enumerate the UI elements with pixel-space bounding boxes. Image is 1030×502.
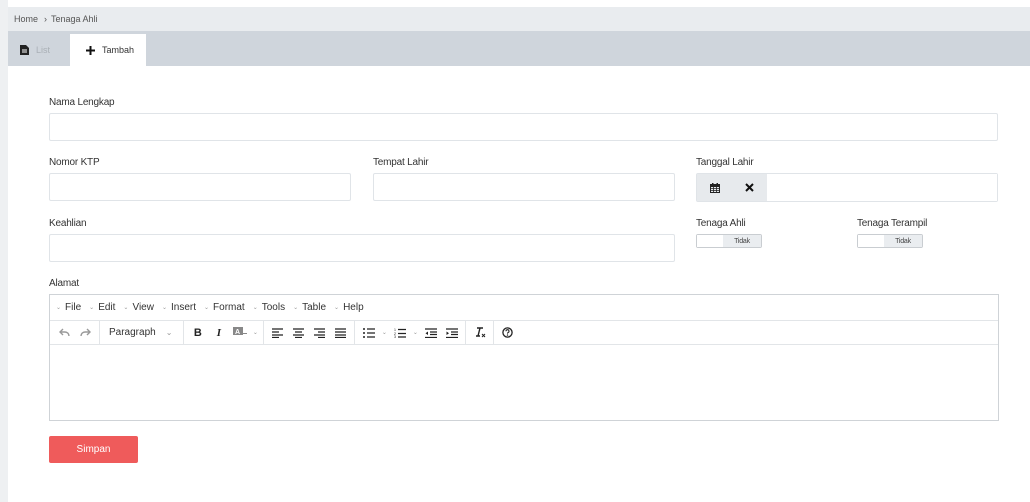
chevron-down-icon: ⌄ xyxy=(165,328,173,337)
menu-format[interactable]: ⌄ Format xyxy=(204,302,245,313)
menu-file[interactable]: ⌄ File xyxy=(56,302,81,313)
alamat-editor: ⌄ File ⌄ Edit ⌄ View ⌄ Insert ⌄ Format ⌄ Tools… xyxy=(49,294,999,421)
svg-text:A: A xyxy=(235,329,240,336)
alamat-editor-body[interactable] xyxy=(50,345,998,420)
keahlian-input[interactable] xyxy=(49,234,675,262)
tenaga-terampil-label: Tenaga Terampil xyxy=(857,218,928,229)
menu-view[interactable]: ⌄ View xyxy=(123,302,154,313)
tenaga-terampil-toggle-state: Tidak xyxy=(884,235,922,247)
tenaga-ahli-toggle[interactable]: Tidak xyxy=(696,234,762,248)
tenaga-ahli-label: Tenaga Ahli xyxy=(696,218,746,229)
chevron-down-icon[interactable]: ⌄ xyxy=(410,321,420,345)
editor-toolbar: Paragraph ⌄ B I A ⌄ ⌄ 123 ⌄ xyxy=(50,320,998,345)
breadcrumb-current: Tenaga Ahli xyxy=(51,14,98,24)
toggle-knob xyxy=(697,235,723,247)
close-icon[interactable] xyxy=(732,174,767,201)
align-justify-icon[interactable] xyxy=(330,321,351,345)
nama-lengkap-label: Nama Lengkap xyxy=(49,97,115,108)
nama-lengkap-input[interactable] xyxy=(49,113,998,141)
tanggal-lahir-group xyxy=(696,173,998,202)
svg-text:3: 3 xyxy=(394,335,396,338)
block-format-select[interactable]: Paragraph ⌄ xyxy=(103,321,180,345)
breadcrumb: Home › Tenaga Ahli xyxy=(8,7,1030,31)
editor-menubar: ⌄ File ⌄ Edit ⌄ View ⌄ Insert ⌄ Format ⌄ Tools… xyxy=(50,295,998,320)
menu-tools[interactable]: ⌄ Tools xyxy=(253,302,285,313)
undo-icon[interactable] xyxy=(54,321,75,345)
tab-tambah-label: Tambah xyxy=(102,45,135,55)
tenaga-terampil-toggle[interactable]: Tidak xyxy=(857,234,923,248)
clear-formatting-icon[interactable] xyxy=(469,321,490,345)
chevron-down-icon[interactable]: ⌄ xyxy=(379,321,389,345)
tempat-lahir-input[interactable] xyxy=(373,173,675,201)
nomor-ktp-input[interactable] xyxy=(49,173,351,201)
toolbar-divider xyxy=(354,320,356,345)
toggle-knob xyxy=(858,235,884,247)
bullet-list-icon[interactable] xyxy=(358,321,379,345)
tanggal-lahir-label: Tanggal Lahir xyxy=(696,157,754,168)
bold-icon[interactable]: B xyxy=(187,321,208,345)
redo-icon[interactable] xyxy=(75,321,96,345)
menu-edit[interactable]: ⌄ Edit xyxy=(89,302,115,313)
menu-table[interactable]: ⌄ Table xyxy=(293,302,326,313)
left-rail xyxy=(0,0,8,502)
calendar-icon[interactable] xyxy=(697,174,732,201)
tenaga-ahli-toggle-state: Tidak xyxy=(723,235,761,247)
file-icon xyxy=(20,45,29,55)
simpan-button[interactable]: Simpan xyxy=(49,436,138,463)
align-right-icon[interactable] xyxy=(309,321,330,345)
tab-tambah[interactable]: Tambah xyxy=(70,34,146,66)
tab-list-label: List xyxy=(36,45,51,55)
italic-icon[interactable]: I xyxy=(208,321,229,345)
indent-icon[interactable] xyxy=(441,321,462,345)
toolbar-divider xyxy=(263,320,265,345)
breadcrumb-separator: › xyxy=(44,14,48,24)
toolbar-divider xyxy=(493,320,495,345)
plus-icon xyxy=(86,45,95,55)
chevron-down-icon[interactable]: ⌄ xyxy=(250,321,260,345)
numbered-list-icon[interactable]: 123 xyxy=(389,321,410,345)
toolbar-divider xyxy=(183,320,185,345)
menu-insert[interactable]: ⌄ Insert xyxy=(162,302,196,313)
text-color-icon[interactable]: A xyxy=(229,321,250,345)
alamat-label: Alamat xyxy=(49,278,79,289)
tab-bar: List Tambah xyxy=(8,31,1030,66)
breadcrumb-home[interactable]: Home xyxy=(14,14,38,24)
toolbar-divider xyxy=(465,320,467,345)
menu-help[interactable]: ⌄ Help xyxy=(334,302,364,313)
help-icon[interactable] xyxy=(497,321,518,345)
outdent-icon[interactable] xyxy=(420,321,441,345)
toolbar-divider xyxy=(99,320,100,345)
tempat-lahir-label: Tempat Lahir xyxy=(373,157,429,168)
align-center-icon[interactable] xyxy=(288,321,309,345)
tanggal-lahir-input[interactable] xyxy=(767,174,997,201)
tab-list[interactable]: List xyxy=(14,34,56,66)
nomor-ktp-label: Nomor KTP xyxy=(49,157,100,168)
align-left-icon[interactable] xyxy=(267,321,288,345)
keahlian-label: Keahlian xyxy=(49,218,87,229)
block-format-value: Paragraph xyxy=(109,327,156,338)
